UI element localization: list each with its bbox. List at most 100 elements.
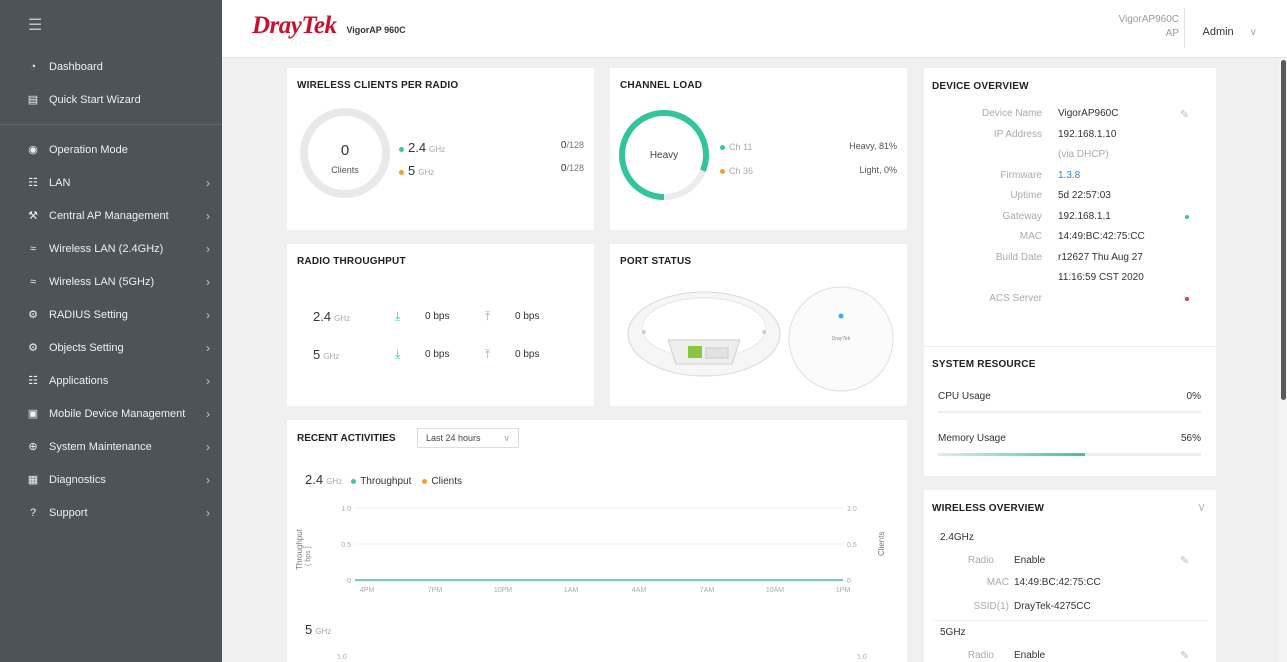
device-overview-row: Firmware 1.3.8 xyxy=(924,170,1214,188)
sidebar-item-label: Applications xyxy=(49,374,109,387)
sidebar-item-wireless-lan-2-4ghz[interactable]: ≈ Wireless LAN (2.4GHz) › xyxy=(0,232,222,265)
band2-tick-left: 1.0 xyxy=(337,654,347,661)
sidebar-item-label: RADIUS Setting xyxy=(49,308,128,321)
cpu-value: 0% xyxy=(1186,391,1201,402)
download-icon: ⤓ xyxy=(395,347,401,361)
acs-status-dot xyxy=(1185,296,1189,301)
sidebar-item-objects-setting[interactable]: ⚙ Objects Setting › xyxy=(0,331,222,364)
sidebar-item-applications[interactable]: ☷ Applications › xyxy=(0,364,222,397)
hamburger-icon: ☰ xyxy=(28,17,43,34)
collapse-chevron-icon[interactable]: ∨ xyxy=(1197,500,1206,514)
edit-band2-icon[interactable]: ✎ xyxy=(1180,649,1189,662)
chevron-right-icon: › xyxy=(206,175,210,190)
chevron-right-icon: › xyxy=(206,241,210,256)
sidebar-item-diagnostics[interactable]: ▦ Diagnostics › xyxy=(0,463,222,496)
activities-card: RECENT ACTIVITIES Last 24 hours ∨ 2.4 GH… xyxy=(287,420,907,662)
sidebar-item-central-ap-management[interactable]: ⚒ Central AP Management › xyxy=(0,199,222,232)
device-overview-key: Firmware xyxy=(1000,169,1042,181)
cpu-bar xyxy=(938,411,1201,413)
device-overview-row: Gateway 192.168.1.1 xyxy=(924,211,1214,229)
mobile-device-icon: ▣ xyxy=(27,408,39,420)
channel-load-card: CHANNEL LOAD Heavy Ch 11 Heavy, 81% Ch 3… xyxy=(610,68,907,230)
cpu-label: CPU Usage xyxy=(938,391,991,402)
device-overview-key: MAC xyxy=(1019,231,1042,242)
wo-b1-ssid: DrayTek-4275CC xyxy=(1014,601,1091,612)
y2-tick-label: 1.0 xyxy=(847,506,857,513)
range-select-value: Last 24 hours xyxy=(426,433,481,443)
device-overview-value: 192.168.1.10 xyxy=(1058,128,1117,140)
radio2-row: 5 GHz xyxy=(399,163,434,178)
edit-band1-icon[interactable]: ✎ xyxy=(1180,554,1189,567)
throughput-row-1: 2.4 GHz ⤓ 0 bps ⤒ 0 bps xyxy=(313,309,583,325)
y2-tick-label: 0.5 xyxy=(847,542,857,549)
header-device-info: VigorAP960C AP xyxy=(1119,13,1179,41)
device-overview-row: IP Address 192.168.1.10 xyxy=(924,129,1214,147)
sidebar-item-label: Central AP Management xyxy=(49,209,169,222)
memory-label: Memory Usage xyxy=(938,433,1006,444)
device-overview-row: Uptime 5d 22:57:03 xyxy=(924,190,1214,208)
radio1-dot xyxy=(399,146,404,152)
chevron-right-icon: › xyxy=(206,307,210,322)
menu-toggle[interactable]: ☰ xyxy=(0,0,222,50)
gear-icon: ⚙ xyxy=(28,309,38,321)
ch1-row: Ch 11 xyxy=(720,141,752,153)
memory-value: 56% xyxy=(1180,433,1201,444)
device-overview-value[interactable]: 1.3.8 xyxy=(1058,170,1080,181)
sidebar-item-operation-mode[interactable]: ◉ Operation Mode xyxy=(0,133,222,166)
chevron-right-icon: › xyxy=(206,505,210,520)
applications-icon: ☷ xyxy=(28,375,38,387)
ch1-label: Ch 11 xyxy=(729,142,753,152)
radio1-count: 0/128 xyxy=(561,140,584,151)
edit-device-name-icon[interactable]: ✎ xyxy=(1180,108,1189,121)
throughput-r2-down: 0 bps xyxy=(425,349,450,360)
dashboard-icon: ◔ xyxy=(29,60,37,73)
memory-bar-fill xyxy=(938,453,1086,456)
ch1-value: Heavy, 81% xyxy=(849,141,897,151)
device-overview-key: IP Address xyxy=(993,128,1042,140)
ch2-value: Light, 0% xyxy=(859,165,897,175)
x-tick-label: 10AM xyxy=(766,587,784,594)
device-overview-key: Build Date xyxy=(995,251,1042,263)
device-overview-row: Device Name VigorAP960C xyxy=(924,108,1214,126)
sidebar-item-lan[interactable]: ☷ LAN › xyxy=(0,166,222,199)
radio1-band: 2.4 xyxy=(408,140,427,155)
sidebar-item-label: Operation Mode xyxy=(49,143,128,156)
band2-label: 5 xyxy=(305,622,313,637)
throughput-title: RADIO THROUGHPUT xyxy=(297,256,406,267)
device-overview-row: Build Date r12627 Thu Aug 27 xyxy=(924,252,1214,270)
sidebar-menu: ◔ Dashboard ▤ Quick Start Wizard ◉ Operation … xyxy=(0,50,222,529)
gear-icon: ⚙ xyxy=(28,342,38,354)
sidebar-item-mobile-device-management[interactable]: ▣ Mobile Device Management › xyxy=(0,397,222,430)
range-select[interactable]: Last 24 hours ∨ xyxy=(417,428,519,448)
band1-label: 2.4 xyxy=(305,472,324,487)
legend-clients: Clients xyxy=(431,476,462,487)
radio2-max: /128 xyxy=(566,163,584,173)
wifi-icon: ≈ xyxy=(29,275,37,288)
brand[interactable]: DrayTek VigorAP 960C xyxy=(252,12,406,40)
legend-throughput: Throughput xyxy=(360,476,412,487)
x-tick-label: 4AM xyxy=(632,587,647,594)
upload-icon: ⤒ xyxy=(485,309,491,323)
sidebar-item-dashboard[interactable]: ◔ Dashboard xyxy=(0,50,222,83)
channel-load-title: CHANNEL LOAD xyxy=(620,80,703,91)
memory-bar xyxy=(938,453,1201,456)
sidebar-item-support[interactable]: ? Support › xyxy=(0,496,222,529)
scrollbar-thumb[interactable] xyxy=(1281,60,1286,400)
y-tick-label: 1.0 xyxy=(341,506,351,513)
header-device-mode: AP xyxy=(1165,28,1179,39)
sidebar-item-label: Support xyxy=(49,506,88,519)
device-overview-value: 192.168.1.1 xyxy=(1058,210,1111,222)
sidebar-item-radius-setting[interactable]: ⚙ RADIUS Setting › xyxy=(0,298,222,331)
radio2-dot xyxy=(399,169,404,175)
wizard-icon: ▤ xyxy=(27,94,39,106)
ap-logo-label: DrayTek xyxy=(831,336,851,342)
user-menu[interactable]: Admin ∨ xyxy=(1202,26,1257,38)
ch2-row: Ch 36 xyxy=(720,165,753,177)
sidebar-item-quick-start-wizard[interactable]: ▤ Quick Start Wizard xyxy=(0,83,222,116)
channel-load-center: Heavy xyxy=(649,150,679,161)
sidebar-item-wireless-lan-5ghz[interactable]: ≈ Wireless LAN (5GHz) › xyxy=(0,265,222,298)
ch1-dot xyxy=(720,144,725,150)
sidebar-item-system-maintenance[interactable]: ⊕ System Maintenance › xyxy=(0,430,222,463)
device-overview-row: 11:16:59 CST 2020 xyxy=(924,272,1214,290)
top-header: DrayTek VigorAP 960C VigorAP960C AP Admi… xyxy=(222,0,1287,58)
